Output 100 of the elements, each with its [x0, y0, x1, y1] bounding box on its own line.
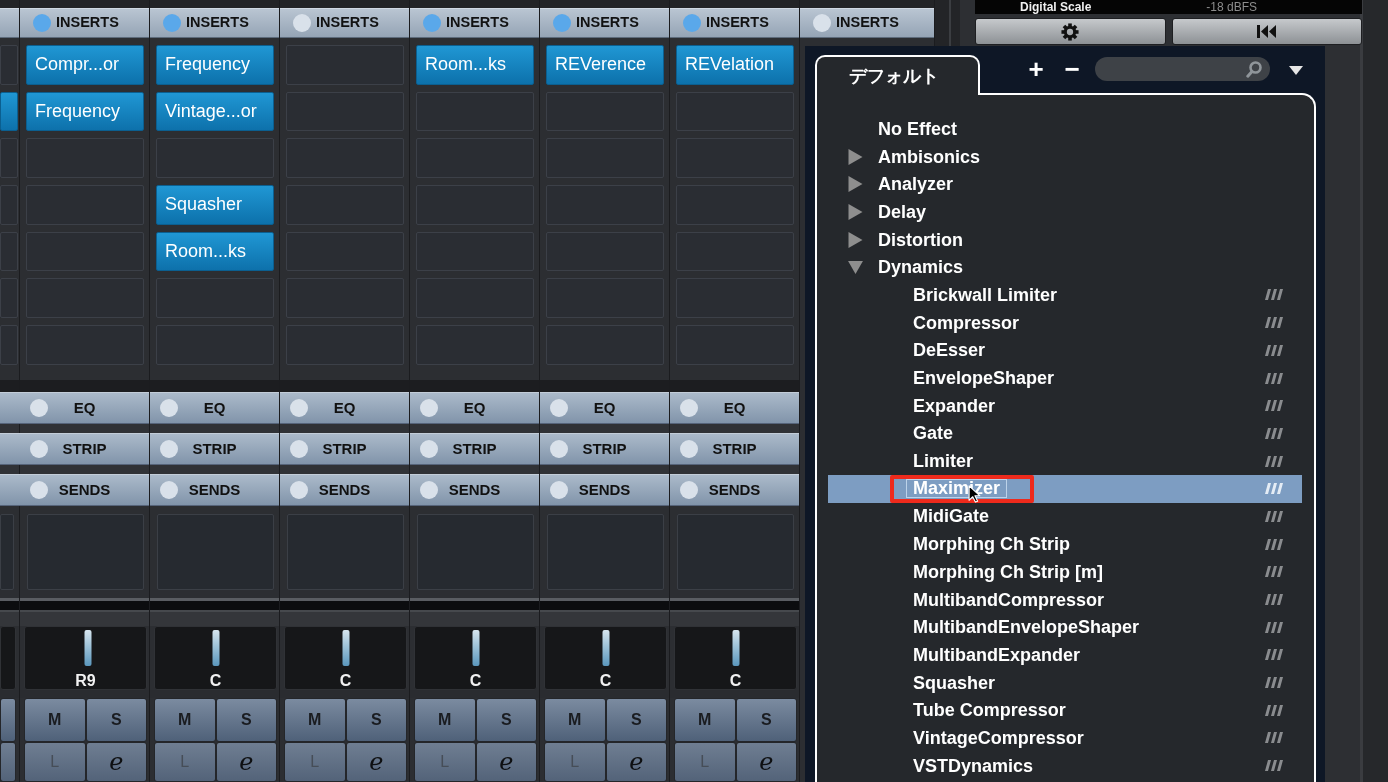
dot-icon[interactable]	[680, 398, 698, 417]
dot-icon[interactable]	[30, 439, 48, 458]
section-header[interactable]: STRIP	[280, 432, 409, 465]
solo-button[interactable]: S	[345, 697, 407, 742]
mute-button[interactable]: M	[284, 697, 346, 742]
section-header[interactable]: INSERTS	[410, 8, 539, 38]
section-header[interactable]: EQ	[150, 391, 279, 424]
dot-icon[interactable]	[160, 439, 178, 458]
dot-icon[interactable]	[30, 480, 48, 499]
dot-icon[interactable]	[680, 480, 698, 499]
remove-button[interactable]: −	[1061, 57, 1083, 81]
solo-button[interactable]: S	[215, 697, 277, 742]
mute-button[interactable]: M	[544, 697, 606, 742]
section-header[interactable]: INSERTS	[540, 8, 669, 38]
add-button[interactable]: +	[1025, 57, 1047, 81]
edit-button[interactable]: e	[85, 741, 147, 782]
dot-icon[interactable]	[290, 439, 308, 458]
pan-slider[interactable]: R9	[24, 625, 147, 690]
insert-slot[interactable]: Room...ks	[156, 231, 274, 272]
pan-handle[interactable]	[602, 629, 609, 666]
insert-slot[interactable]: REVelation	[676, 45, 794, 85]
section-header[interactable]: INSERTS	[670, 8, 799, 38]
insert-slot[interactable]: Frequency	[156, 45, 274, 85]
dot-icon[interactable]	[420, 398, 438, 417]
solo-button[interactable]: S	[735, 697, 797, 742]
pan-slider[interactable]: C	[284, 625, 407, 690]
tree-item[interactable]: Compressor	[828, 308, 1302, 337]
pan-handle[interactable]	[212, 629, 219, 666]
dot-icon[interactable]	[553, 14, 571, 32]
caret-right-icon[interactable]	[848, 231, 863, 248]
pan-handle[interactable]	[472, 629, 479, 666]
section-header[interactable]: INSERTS	[20, 8, 149, 38]
tree-item[interactable]: No Effect	[828, 115, 1302, 143]
caret-down-icon[interactable]	[848, 260, 863, 274]
tree-item[interactable]: Ambisonics	[828, 142, 1302, 171]
dot-icon[interactable]	[550, 398, 568, 417]
tree-item[interactable]: VintageCompressor	[828, 724, 1302, 752]
tree-item[interactable]: Dynamics	[828, 253, 1302, 282]
pan-handle[interactable]	[84, 629, 92, 666]
dot-icon[interactable]	[683, 14, 701, 32]
search-field[interactable]	[1095, 57, 1270, 81]
insert-slot[interactable]: Frequency	[26, 91, 144, 132]
insert-slot[interactable]: Squasher	[156, 185, 274, 225]
tree-item[interactable]: MidiGate	[828, 502, 1302, 531]
solo-button[interactable]: S	[475, 697, 537, 742]
section-header[interactable]: EQ	[280, 391, 409, 424]
mute-button[interactable]: M	[24, 697, 86, 742]
dot-icon[interactable]	[290, 480, 308, 499]
insert-slot[interactable]: Vintage...or	[156, 91, 274, 132]
section-header[interactable]: SENDS	[410, 473, 539, 506]
edit-button[interactable]: e	[475, 741, 537, 782]
insert-slot[interactable]	[0, 91, 18, 132]
pan-slider[interactable]: C	[544, 625, 667, 690]
section-header[interactable]: EQ	[540, 391, 669, 424]
edit-button[interactable]: e	[735, 741, 797, 782]
dot-icon[interactable]	[680, 439, 698, 458]
dot-icon[interactable]	[33, 14, 51, 32]
pan-handle[interactable]	[342, 629, 349, 666]
tree-item[interactable]: Limiter	[828, 447, 1302, 475]
dot-icon[interactable]	[290, 398, 308, 417]
pan-slider[interactable]: C	[414, 625, 537, 690]
caret-right-icon[interactable]	[848, 176, 863, 193]
tree-item[interactable]: MultibandEnvelopeShaper	[828, 613, 1302, 642]
edit-button[interactable]: e	[605, 741, 667, 782]
dot-icon[interactable]	[550, 439, 568, 458]
tree-item[interactable]: Tube Compressor	[828, 696, 1302, 725]
insert-slot[interactable]: Compr...or	[26, 45, 144, 85]
edit-button[interactable]: e	[215, 741, 277, 782]
caret-right-icon[interactable]	[848, 203, 863, 220]
solo-button[interactable]: S	[605, 697, 667, 742]
section-header[interactable]: STRIP	[150, 432, 279, 465]
section-header[interactable]: SENDS	[20, 473, 149, 506]
dot-icon[interactable]	[550, 480, 568, 499]
pan-slider[interactable]: C	[154, 625, 277, 690]
dot-icon[interactable]	[160, 480, 178, 499]
settings-button[interactable]	[975, 18, 1166, 45]
insert-slot[interactable]: Room...ks	[416, 45, 534, 85]
section-header[interactable]: INSERTS	[280, 8, 409, 38]
tree-item[interactable]: Brickwall Limiter	[828, 281, 1302, 309]
pan-slider[interactable]: C	[674, 625, 797, 690]
section-header[interactable]: STRIP	[20, 432, 149, 465]
section-header[interactable]: SENDS	[670, 473, 799, 506]
dot-icon[interactable]	[420, 480, 438, 499]
section-header[interactable]: SENDS	[150, 473, 279, 506]
dot-icon[interactable]	[423, 14, 441, 32]
tree-item[interactable]: MultibandCompressor	[828, 585, 1302, 614]
tree-item[interactable]: Morphing Ch Strip [m]	[828, 558, 1302, 586]
caret-right-icon[interactable]	[848, 148, 863, 165]
section-header[interactable]: EQ	[410, 391, 539, 424]
tree-item[interactable]: Gate	[828, 419, 1302, 448]
pan-handle[interactable]	[732, 629, 739, 666]
section-header[interactable]: INSERTS	[800, 8, 934, 38]
tree-item[interactable]: Analyzer	[828, 170, 1302, 199]
mute-button[interactable]: M	[154, 697, 216, 742]
tree-item[interactable]: VSTDynamics	[828, 751, 1302, 780]
tree-item[interactable]: Morphing Ch Strip	[828, 530, 1302, 558]
tree-item[interactable]: MultibandExpander	[828, 641, 1302, 669]
tree-item[interactable]: Squasher	[828, 668, 1302, 697]
section-header[interactable]: SENDS	[540, 473, 669, 506]
insert-slot[interactable]: REVerence	[546, 45, 664, 85]
